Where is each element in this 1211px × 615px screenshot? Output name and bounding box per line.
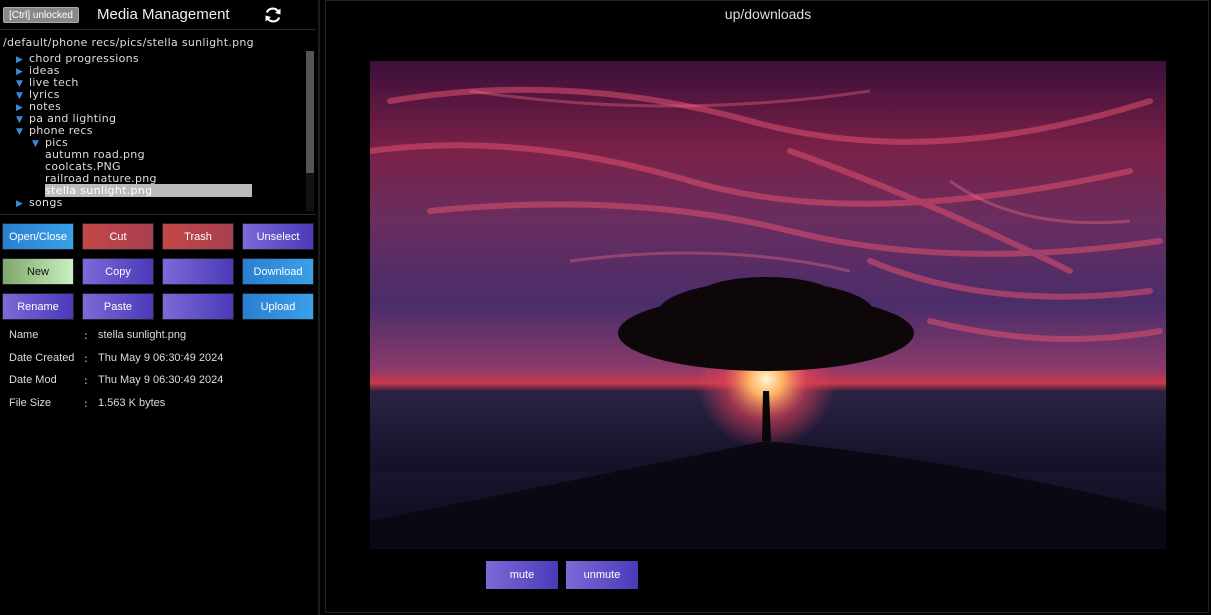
- new-button[interactable]: New: [2, 258, 74, 285]
- blank-button[interactable]: [162, 258, 234, 285]
- open-close-button[interactable]: Open/Close: [2, 223, 74, 250]
- separator-colon: :: [84, 329, 88, 342]
- separator-colon: :: [84, 352, 88, 365]
- name-label: Name: [9, 329, 39, 341]
- media-panel: [Ctrl] unlocked Media Management /defaul…: [0, 0, 320, 615]
- collapse-arrow-icon[interactable]: ▼: [32, 138, 45, 150]
- collapse-arrow-icon[interactable]: ▼: [16, 126, 29, 138]
- file-size-label: File Size: [9, 397, 52, 409]
- download-button[interactable]: Download: [242, 258, 314, 285]
- current-path: /default/phone recs/pics/stella sunlight…: [3, 36, 254, 49]
- file-tree: ▶ chord progressions ▶ ideas ▼ live tech ▼ l…: [0, 51, 304, 211]
- date-created-label: Date Created: [9, 352, 75, 364]
- image-preview: [370, 61, 1166, 549]
- date-mod-value: Thu May 9 06:30:49 2024: [98, 374, 224, 386]
- name-value: stella sunlight.png: [98, 329, 187, 341]
- rename-button[interactable]: Rename: [2, 293, 74, 320]
- viewer-title: up/downloads: [724, 6, 812, 22]
- app-title: Media Management: [97, 6, 230, 23]
- mute-button[interactable]: mute: [486, 561, 558, 589]
- unmute-button[interactable]: unmute: [566, 561, 638, 589]
- tree-divider: [0, 214, 316, 215]
- file-size-value: 1.563 K bytes: [98, 397, 166, 409]
- unselect-button[interactable]: Unselect: [242, 223, 314, 250]
- separator-colon: :: [84, 374, 88, 387]
- separator-colon: :: [84, 397, 88, 410]
- upload-button[interactable]: Upload: [242, 293, 314, 320]
- viewer-panel: up/downloads mute unmute: [325, 0, 1209, 613]
- paste-button[interactable]: Paste: [82, 293, 154, 320]
- header-divider: [0, 29, 316, 30]
- date-created-value: Thu May 9 06:30:49 2024: [98, 352, 224, 364]
- copy-button[interactable]: Copy: [82, 258, 154, 285]
- cut-button[interactable]: Cut: [82, 223, 154, 250]
- date-mod-label: Date Mod: [9, 374, 57, 386]
- blank-button[interactable]: [162, 293, 234, 320]
- trash-button[interactable]: Trash: [162, 223, 234, 250]
- tree-file-selected[interactable]: stella sunlight.png: [45, 184, 253, 197]
- lock-toggle-button[interactable]: [Ctrl] unlocked: [3, 7, 79, 23]
- refresh-icon[interactable]: [263, 6, 283, 24]
- expand-arrow-icon[interactable]: ▶: [16, 198, 29, 210]
- tree-scrollbar-thumb[interactable]: [306, 51, 314, 173]
- tree-scrollbar[interactable]: [306, 51, 314, 211]
- tree-folder[interactable]: ▶ songs: [16, 197, 63, 210]
